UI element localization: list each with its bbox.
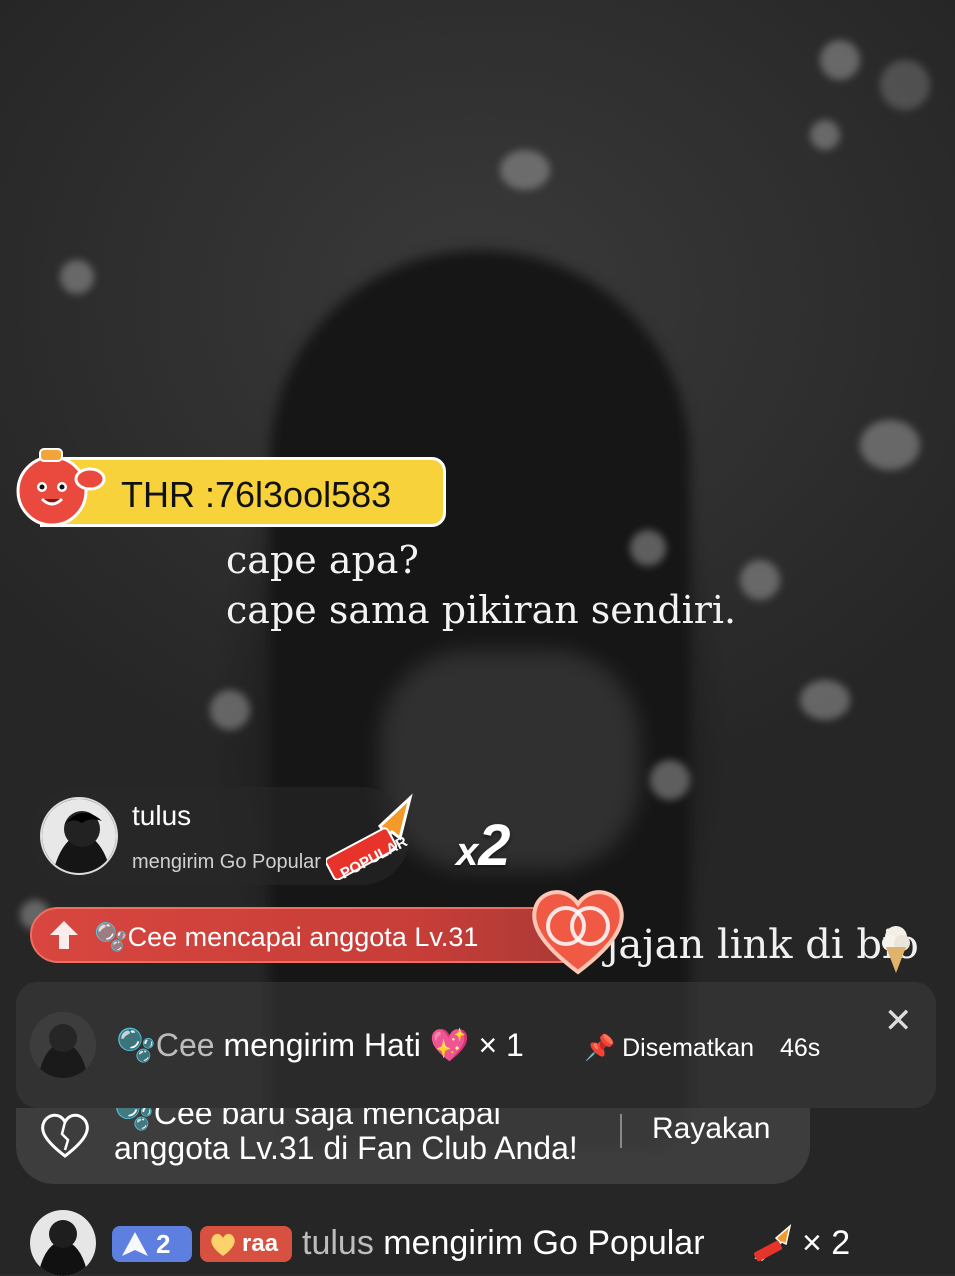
fan-heart-badge-icon — [211, 1233, 235, 1256]
fan-club-name: raa — [242, 1230, 279, 1257]
thr-banner-text: THR :76l3ool583 — [121, 474, 392, 515]
avatar[interactable] — [30, 1210, 96, 1276]
pinned-username[interactable]: Cee — [156, 1027, 215, 1063]
snow-particle — [210, 690, 250, 730]
pinned-action: mengirim Hati — [223, 1027, 421, 1063]
caption-line-2: cape sama pikiran sendiri. — [226, 588, 737, 632]
snow-particle — [810, 120, 840, 150]
gift-username[interactable]: tulus — [132, 800, 191, 832]
level-arrow-icon — [122, 1232, 148, 1256]
pin-icon: 📌 — [584, 1034, 616, 1062]
snow-particle — [820, 40, 860, 80]
snow-particle — [880, 60, 930, 110]
close-icon[interactable]: ✕ — [884, 1004, 913, 1038]
celebrate-button[interactable]: Rayakan — [652, 1112, 770, 1146]
snow-particle — [800, 680, 850, 720]
fan-club-celebration: 🫧Cee baru saja mencapai anggota Lv.31 di… — [16, 1108, 810, 1184]
fan-club-text-line-2: anggota Lv.31 di Fan Club Anda! — [114, 1130, 578, 1166]
snow-particle — [740, 560, 780, 600]
user-level-badge[interactable]: 2 — [112, 1226, 192, 1262]
go-popular-gift-icon — [754, 1224, 792, 1262]
ice-cream-icon — [882, 926, 910, 973]
pinned-time: 46s — [780, 1034, 821, 1062]
pinned-message-text: 🫧Cee mengirim Hati 💖 × 1 — [116, 1027, 524, 1063]
go-popular-gift-icon: POPULAR — [326, 793, 413, 880]
heart-outline-icon — [41, 1113, 89, 1158]
pinned-label: 📌 Disematkan — [584, 1034, 755, 1062]
snow-particle — [500, 150, 550, 190]
caption-line-1: cape apa? — [226, 538, 419, 582]
fan-club-badge[interactable]: raa — [200, 1226, 292, 1262]
divider — [620, 1114, 622, 1148]
gift-action-text: mengirim Go Popular — [132, 851, 321, 873]
chat-username[interactable]: tulus — [302, 1224, 374, 1262]
level-up-text: 🫧Cee mencapai anggota Lv.31 — [94, 922, 479, 952]
pinned-message[interactable]: 🫧Cee mengirim Hati 💖 × 1 📌 Disematkan 46… — [16, 982, 936, 1108]
chat-action: mengirim Go Popular — [383, 1224, 705, 1262]
level-up-notification[interactable]: 🫧Cee mencapai anggota Lv.31 — [30, 907, 590, 963]
snow-particle — [860, 420, 920, 470]
pinned-count: × 1 — [478, 1027, 524, 1063]
snow-particle — [650, 760, 690, 800]
stream-caption: cape apa? cape sama pikiran sendiri. — [226, 535, 736, 635]
avatar[interactable] — [40, 797, 118, 875]
gift-multiplier: x2 — [456, 812, 511, 879]
snow-particle — [60, 260, 94, 294]
chat-message-text: tulus mengirim Go Popular — [302, 1224, 705, 1263]
multiplier-prefix: x — [456, 830, 479, 874]
chat-gift-count: × 2 — [802, 1224, 851, 1262]
avatar[interactable] — [30, 1012, 96, 1078]
heart-gift-icon: 💖 — [429, 1027, 470, 1063]
user-level: 2 — [156, 1228, 171, 1259]
multiplier-value: 2 — [478, 813, 511, 878]
level-up-arrow-icon — [50, 921, 78, 949]
mascot-icon — [16, 448, 106, 527]
fan-club-heart-icon — [532, 890, 624, 975]
